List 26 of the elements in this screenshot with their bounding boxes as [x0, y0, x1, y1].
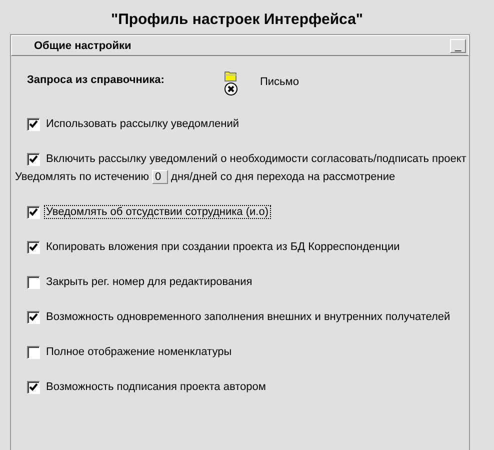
option-label[interactable]: Полное отображение номенклатуры	[44, 345, 234, 359]
checkbox[interactable]	[27, 310, 40, 324]
folder-icon[interactable]	[224, 70, 238, 82]
lookup-value: Письмо	[260, 75, 299, 88]
option-label[interactable]: Уведомлять об отсудствии сотрудника (и.о)	[44, 205, 270, 219]
option-label[interactable]: Возможность одновременного заполнения внешних и внутренних получателей	[44, 310, 452, 324]
option-label[interactable]: Использовать рассылку уведомлений	[44, 117, 241, 131]
lookup-label: Запроса из справочника:	[27, 73, 166, 86]
panel-title: Общие настройки	[34, 40, 132, 52]
checkbox[interactable]	[27, 118, 40, 130]
checkbox[interactable]	[27, 346, 40, 358]
option-label[interactable]: Возможность подписания проекта автором	[44, 380, 268, 394]
option-label[interactable]: Включить рассылку уведомлений о необходимости согласовать/подписать проект	[44, 152, 468, 166]
checkbox[interactable]	[27, 380, 40, 394]
checkbox[interactable]	[27, 206, 40, 218]
page-title: "Профиль настроек Интерфейса"	[110, 10, 364, 30]
delay-suffix: дня/дней со дня перехода на рассмотрение	[171, 171, 396, 183]
option-label[interactable]: Закрыть рег. номер для редактирования	[44, 275, 254, 289]
checkbox[interactable]	[27, 152, 40, 166]
delay-label: Уведомлять по истечению	[15, 171, 150, 183]
checkbox[interactable]	[27, 276, 40, 288]
clear-icon[interactable]	[224, 82, 238, 96]
minimize-button[interactable]: _	[450, 38, 466, 52]
option-label[interactable]: Копировать вложения при создании проекта из БД Корреспонденции	[44, 240, 402, 254]
days-field[interactable]: 0	[152, 170, 168, 184]
checkbox[interactable]	[27, 240, 40, 254]
